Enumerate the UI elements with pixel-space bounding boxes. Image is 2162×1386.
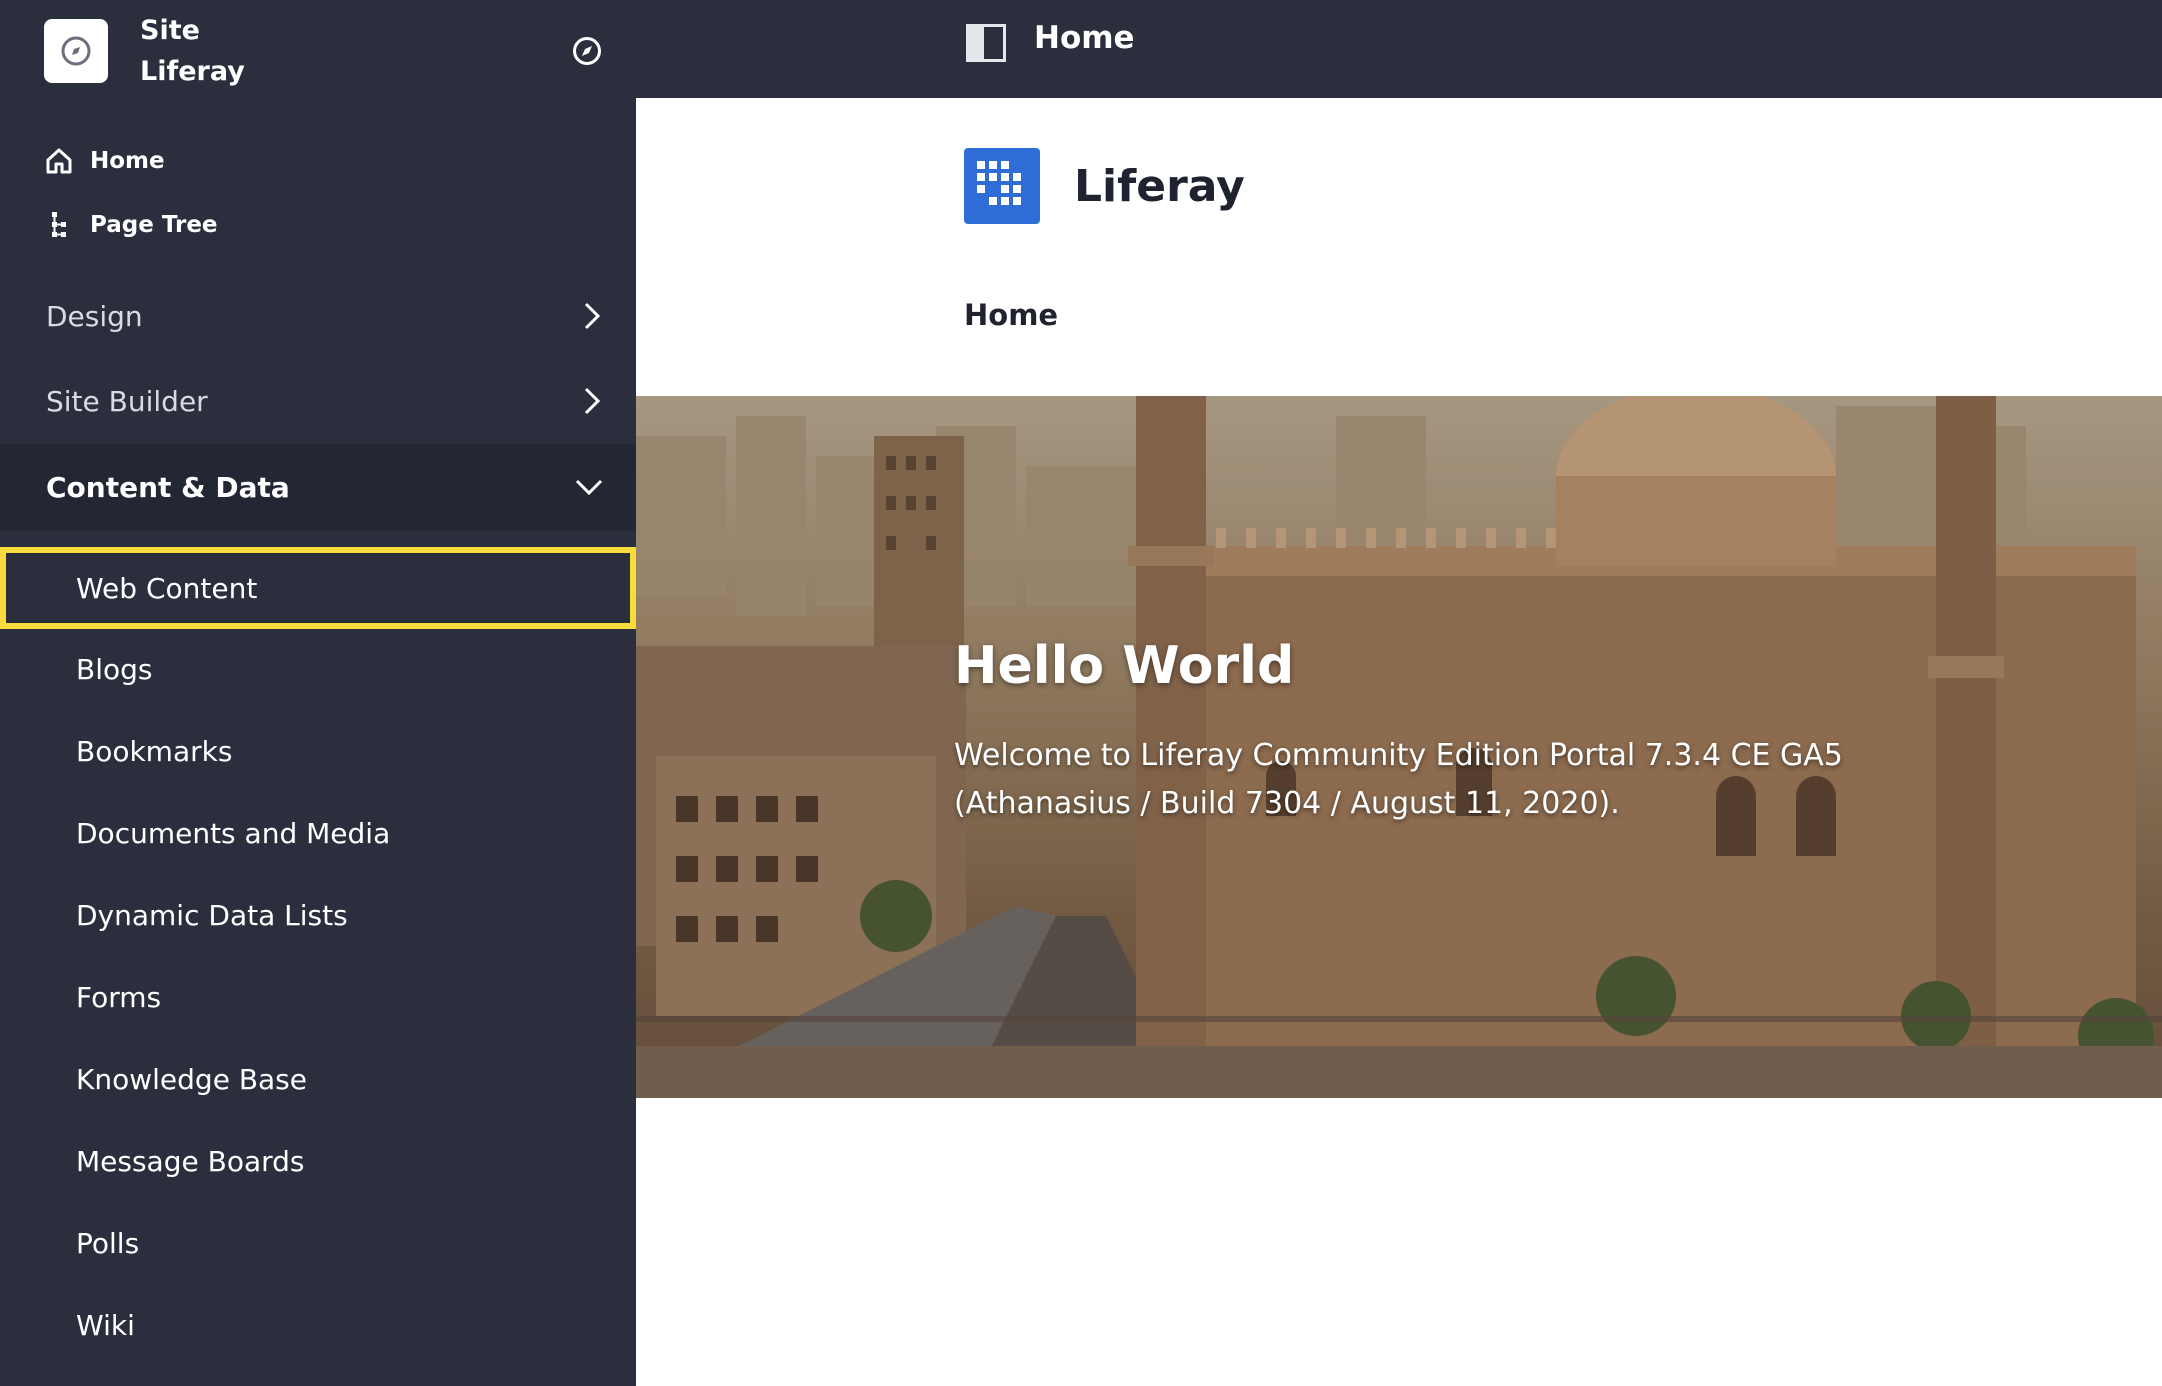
brand-name: Liferay [1074,160,1245,212]
sidebar-item-forms[interactable]: Forms [0,956,636,1038]
sidebar-item-home-label: Home [90,148,165,174]
section-label: Content & Data [46,470,290,504]
nav-item-home[interactable]: Home [964,298,1058,332]
sidebar-item-page-tree[interactable]: Page Tree [44,210,218,240]
sidebar-item-knowledge-base[interactable]: Knowledge Base [0,1038,636,1120]
sidebar-toggle-icon[interactable] [966,24,1006,62]
control-menu: Home [636,0,2162,98]
site-header: Site Liferay [0,0,636,100]
page-title: Home [1034,20,1135,56]
liferay-logo-icon [964,148,1040,224]
sidebar-item-page-tree-label: Page Tree [90,212,218,238]
site-title: Liferay [140,56,245,87]
sidebar-item-message-boards[interactable]: Message Boards [0,1120,636,1202]
chevron-right-icon [584,302,601,330]
sidebar-item-wiki[interactable]: Wiki [0,1284,636,1366]
site-label: Site [140,15,200,46]
sidebar-item-polls[interactable]: Polls [0,1202,636,1284]
chevron-right-icon [584,387,601,415]
sidebar-item-home[interactable]: Home [44,146,165,176]
sidebar-section-content-data[interactable]: Content & Data [0,444,636,530]
sidebar-item-web-content[interactable]: Web Content [0,547,636,629]
hero-banner: Hello World Welcome to Liferay Community… [636,396,2162,1098]
sidebar-item-dynamic-data-lists[interactable]: Dynamic Data Lists [0,874,636,956]
site-brand[interactable]: Liferay [964,148,1245,224]
section-label: Site Builder [46,384,208,418]
content-data-list: Web Content Blogs Bookmarks Documents an… [0,530,636,1386]
sidebar-section-design[interactable]: Design [0,273,636,359]
page-tree-icon [44,210,74,240]
sidebar-section-site-builder[interactable]: Site Builder [0,358,636,444]
site-name: Site Liferay [140,10,245,92]
chevron-down-icon [575,479,603,496]
page-content: Liferay Home Hello World Welcome to Life… [636,98,2162,1386]
section-label: Design [46,299,143,333]
product-menu-sidebar: Site Liferay Home Page Tree Design Site … [0,0,636,1386]
hero-title: Hello World [954,636,1295,696]
site-logo[interactable] [44,19,108,83]
sidebar-item-blogs[interactable]: Blogs [0,628,636,710]
compass-icon [61,36,91,66]
site-navigator-compass-icon[interactable] [570,34,604,68]
sidebar-item-documents-and-media[interactable]: Documents and Media [0,792,636,874]
hero-text: Welcome to Liferay Community Edition Por… [954,738,1843,821]
home-icon [44,146,74,176]
sidebar-item-bookmarks[interactable]: Bookmarks [0,710,636,792]
